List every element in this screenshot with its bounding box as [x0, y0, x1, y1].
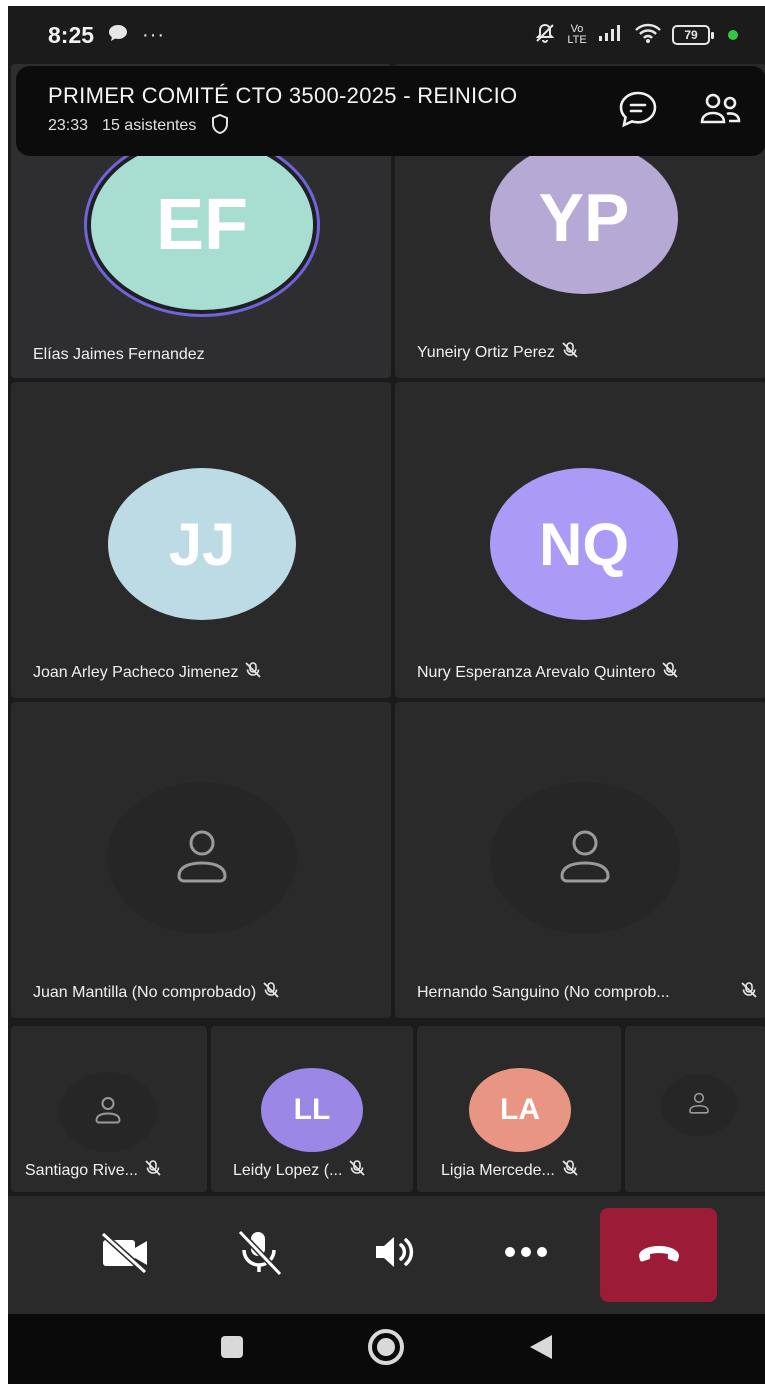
speaker-button[interactable]: [360, 1218, 432, 1290]
people-icon[interactable]: [700, 92, 742, 131]
hang-up-icon: [637, 1242, 681, 1269]
wifi-icon: [634, 22, 662, 48]
privacy-indicator-dot: [728, 30, 738, 40]
mic-off-icon: [561, 1159, 579, 1182]
battery-indicator: 79: [672, 25, 714, 45]
home-button[interactable]: [366, 1327, 406, 1372]
participant-name: Ligia Mercede...: [441, 1159, 611, 1182]
call-controls: [8, 1196, 765, 1314]
more-notifications-text: ···: [142, 23, 166, 46]
back-button[interactable]: [526, 1332, 556, 1367]
camera-toggle-button[interactable]: [90, 1218, 162, 1290]
placeholder-avatar: [59, 1072, 157, 1152]
avatar: LA: [469, 1068, 571, 1152]
participant-tile[interactable]: NQ Nury Esperanza Arevalo Quintero: [395, 382, 765, 698]
mic-off-icon: [661, 661, 679, 684]
clock: 8:25: [48, 21, 95, 48]
mute-toggle-button[interactable]: [223, 1218, 295, 1290]
mic-off-icon: [740, 981, 758, 1004]
phone-screen: 8:25 ··· Vo LTE 79 PRIMER COMITÉ CTO 350…: [8, 6, 765, 1384]
participant-name: Joan Arley Pacheco Jimenez: [33, 661, 381, 684]
avatar: LL: [261, 1068, 363, 1152]
hang-up-button[interactable]: [600, 1208, 717, 1302]
avatar: NQ: [490, 468, 678, 620]
mic-off-icon: [262, 981, 280, 1004]
participant-tile[interactable]: Santiago Rive...: [11, 1026, 207, 1192]
participant-tile[interactable]: LL Leidy Lopez (...: [211, 1026, 413, 1192]
speaker-icon: [372, 1232, 420, 1277]
more-icon: [502, 1245, 550, 1264]
avatar: EF: [91, 140, 313, 310]
status-bar: 8:25 ··· Vo LTE 79: [8, 6, 765, 64]
avatar: YP: [490, 142, 678, 294]
placeholder-avatar: [661, 1074, 737, 1136]
person-icon: [93, 1096, 123, 1129]
participant-tile[interactable]: Hernando Sanguino (No comprob...: [395, 702, 765, 1018]
participant-name: Juan Mantilla (No comprobado): [33, 981, 381, 1004]
camera-off-icon: [99, 1230, 153, 1279]
attendee-count[interactable]: 15 asistentes: [102, 117, 196, 135]
participant-tile[interactable]: JJ Joan Arley Pacheco Jimenez: [11, 382, 391, 698]
system-navigation-bar: [8, 1314, 765, 1384]
participant-tile[interactable]: [625, 1026, 765, 1192]
person-icon: [172, 828, 232, 889]
message-notification-icon: [108, 24, 128, 47]
recents-button[interactable]: [218, 1333, 246, 1366]
signal-icon: [598, 24, 624, 46]
network-label: Vo LTE: [567, 23, 587, 46]
avatar: JJ: [108, 468, 296, 620]
participant-name: Leidy Lopez (...: [233, 1159, 403, 1182]
participant-tile[interactable]: Juan Mantilla (No comprobado): [11, 702, 391, 1018]
placeholder-avatar: [107, 782, 297, 934]
participant-name: Nury Esperanza Arevalo Quintero: [417, 661, 756, 684]
bell-off-icon: [534, 22, 556, 48]
mic-off-icon: [144, 1159, 162, 1182]
mic-off-icon: [244, 661, 262, 684]
person-icon: [555, 828, 615, 889]
participant-name: Hernando Sanguino (No comprob...: [417, 981, 758, 1004]
shield-icon[interactable]: [210, 113, 230, 140]
participant-name: Yuneiry Ortiz Perez: [417, 341, 756, 364]
meeting-title: PRIMER COMITÉ CTO 3500-2025 - REINICIO: [48, 82, 518, 108]
meeting-header: PRIMER COMITÉ CTO 3500-2025 - REINICIO 2…: [16, 66, 765, 156]
more-options-button[interactable]: [490, 1218, 562, 1290]
meeting-duration: 23:33: [48, 117, 89, 134]
participant-name: Santiago Rive...: [25, 1159, 197, 1182]
mic-off-icon: [233, 1228, 285, 1281]
mic-off-icon: [348, 1159, 366, 1182]
participant-tile[interactable]: LA Ligia Mercede...: [417, 1026, 621, 1192]
placeholder-avatar: [490, 782, 680, 934]
chat-icon[interactable]: [618, 90, 658, 133]
person-icon: [687, 1092, 711, 1119]
participant-name: Elías Jaimes Fernandez: [33, 346, 205, 363]
mic-off-icon: [561, 341, 579, 364]
